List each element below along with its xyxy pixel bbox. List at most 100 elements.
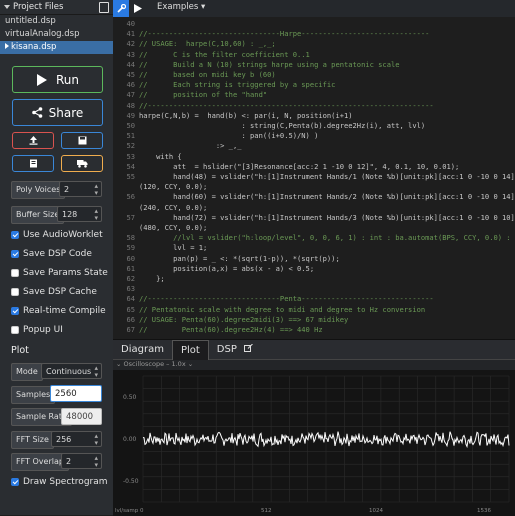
- line-number: 67: [126, 325, 135, 334]
- zoom-caret-icon[interactable]: ⌄: [188, 360, 193, 368]
- save-button[interactable]: [61, 132, 103, 149]
- code-text: //--------------------------------------…: [139, 100, 434, 110]
- code-text: // Pentatonic scale with degree to midi …: [139, 304, 426, 314]
- editor-toolbar: Examples ▾: [113, 0, 515, 18]
- code-text: att = hslider("[3]Resonance[acc:2 1 -10 …: [139, 161, 460, 171]
- deploy-button[interactable]: [61, 155, 103, 172]
- fft-size-select[interactable]: 256 ▴ ▾: [51, 431, 102, 447]
- tab-diagram[interactable]: Diagram: [113, 340, 172, 359]
- examples-menu[interactable]: Examples ▾: [157, 2, 205, 12]
- select-arrows-icon: ▴ ▾: [94, 454, 98, 469]
- code-text: :> _,_: [139, 141, 242, 151]
- code-text: (480, CCY, 0.0);: [139, 223, 208, 232]
- axis-corner-label: lvl/samp 0: [115, 508, 144, 514]
- code-text: : string(C,Penta(b).degree2Hz(i), att, l…: [139, 121, 426, 130]
- save-dsp-cache-checkbox[interactable]: Save DSP Cache: [11, 286, 97, 298]
- x-tick-label: 1024: [369, 508, 383, 514]
- wrench-icon: [116, 4, 126, 13]
- select-arrows-icon: ▴ ▾: [94, 182, 98, 197]
- play-file-icon: [5, 43, 9, 49]
- plot-section-title: Plot: [11, 345, 29, 356]
- caret-down-icon[interactable]: ⌄: [116, 360, 121, 368]
- checkbox-label: Use AudioWorklet: [23, 230, 103, 240]
- checkbox-label: Save Params State: [23, 268, 108, 278]
- code-text: //lvl = vslider("h:loop/level", 0, 0, 6,…: [139, 233, 515, 243]
- code-editor[interactable]: 40 41//-------------------------------Har…: [113, 17, 515, 339]
- new-file-icon[interactable]: [99, 2, 109, 13]
- draw-spectrogram-checkbox[interactable]: Draw Spectrogram: [11, 476, 108, 488]
- select-arrows-icon: ▴ ▾: [94, 432, 98, 447]
- fft-overlap-value: 2: [66, 457, 72, 466]
- samples-input[interactable]: 2560: [50, 385, 102, 402]
- share-icon: [31, 107, 42, 118]
- code-text: // USAGE: Penta(60).degree2midi(3) ==> 6…: [139, 314, 349, 324]
- buffer-size-value: 128: [62, 210, 78, 219]
- code-text: harpe(C,N,b) = hand(b) <: par(i, N, posi…: [139, 110, 353, 120]
- checkbox-label: Save DSP Code: [23, 249, 92, 259]
- code-text: // Each string is triggered by a specifi…: [139, 80, 336, 90]
- fft-overlap-select[interactable]: 2 ▴ ▾: [61, 453, 102, 469]
- save-params-state-checkbox[interactable]: Save Params State: [11, 267, 108, 279]
- export-button[interactable]: [12, 155, 54, 172]
- oscilloscope-label: Oscilloscope: [123, 360, 165, 368]
- code-text: pan(p) = _ <: *(sqrt(1-p)), *(sqrt(p));: [139, 253, 340, 263]
- tools-button[interactable]: [113, 0, 129, 17]
- code-text: : pan((i+0.5)/N) ): [139, 131, 319, 141]
- mode-select[interactable]: Continuous ▴ ▾: [41, 363, 102, 379]
- floppy-icon: [78, 136, 86, 145]
- code-text: (120, CCY, 0.0);: [139, 182, 208, 192]
- popup-ui-checkbox[interactable]: Popup UI: [11, 324, 63, 336]
- file-item-label: kisana.dsp: [11, 42, 57, 52]
- file-item[interactable]: virtualAnalog.dsp: [0, 28, 113, 41]
- bottom-panel: Diagram Plot DSP ⌄ Oscilloscope – 1.0x ⌄…: [113, 339, 515, 516]
- checkbox-box: [11, 307, 19, 315]
- share-button[interactable]: Share: [12, 99, 103, 126]
- x-tick-label: 1536: [477, 508, 491, 514]
- select-arrows-icon: ▴ ▾: [94, 207, 98, 222]
- code-line[interactable]: 67 // Penta(60).degree2Hz(4) ==> 440 Hz: [113, 324, 515, 335]
- checkbox-label: Popup UI: [23, 325, 63, 335]
- code-text: //-------------------------------Penta--…: [139, 294, 434, 304]
- code-text: // Penta(60).degree2Hz(4) ==> 440 Hz: [139, 325, 323, 334]
- code-text: (240, CCY, 0.0);: [139, 202, 208, 212]
- code-text: hand(60) = vslider("h:[1]Instrument Hand…: [173, 192, 515, 202]
- mode-label: Mode: [11, 363, 43, 381]
- code-text: // position of the "hand": [139, 90, 268, 100]
- code-text: position(a,x) = abs(x - a) < 0.5;: [139, 263, 315, 273]
- real-time-compile-checkbox[interactable]: Real-time Compile: [11, 305, 106, 317]
- run-button[interactable]: Run: [12, 66, 103, 93]
- project-files-header[interactable]: Project Files: [0, 0, 113, 15]
- poly-voices-value: 2: [64, 185, 70, 194]
- archive-icon: [29, 159, 37, 168]
- zoom-level[interactable]: 1.0x: [171, 360, 185, 368]
- play-button[interactable]: [130, 0, 146, 17]
- external-link-icon: [244, 343, 253, 352]
- code-text: with {: [139, 151, 182, 161]
- panel-tabs: Diagram Plot DSP: [113, 339, 515, 360]
- checkbox-box: [11, 250, 19, 258]
- play-icon: [134, 4, 142, 13]
- tab-plot[interactable]: Plot: [171, 339, 209, 360]
- poly-voices-select[interactable]: 2 ▴ ▾: [59, 181, 102, 197]
- tab-dsp-label: DSP: [216, 344, 237, 355]
- checkbox-box: [11, 326, 19, 334]
- poly-voices-label: Poly Voices: [11, 181, 66, 199]
- buffer-size-select[interactable]: 128 ▴ ▾: [57, 206, 102, 222]
- tab-dsp[interactable]: DSP: [209, 340, 261, 359]
- code-text: hand(48) = vslider("h:[1]Instrument Hand…: [173, 172, 515, 181]
- code-text: lvl = 1;: [139, 243, 208, 253]
- sample-rate-value: 48000: [61, 408, 102, 425]
- upload-button[interactable]: [12, 132, 54, 149]
- code-text: // Build a N (10) strings harpe using a …: [139, 59, 400, 69]
- y-tick-label: -0.50: [123, 478, 139, 485]
- sidebar: Project Files untitled.dsp virtualAnalog…: [0, 0, 113, 515]
- save-dsp-code-checkbox[interactable]: Save DSP Code: [11, 248, 92, 260]
- collapse-triangle-icon[interactable]: [4, 5, 10, 9]
- file-item-active[interactable]: kisana.dsp: [0, 41, 113, 54]
- select-arrows-icon: ▴ ▾: [94, 364, 98, 379]
- file-item[interactable]: untitled.dsp: [0, 15, 113, 28]
- mode-value: Continuous: [46, 367, 92, 376]
- use-audioworklet-checkbox[interactable]: Use AudioWorklet: [11, 229, 103, 241]
- oscilloscope-plot[interactable]: 0.50 0.00 -0.50 lvl/samp 0 512 1024 1536: [113, 370, 515, 516]
- oscilloscope-header: ⌄ Oscilloscope – 1.0x ⌄: [113, 360, 515, 370]
